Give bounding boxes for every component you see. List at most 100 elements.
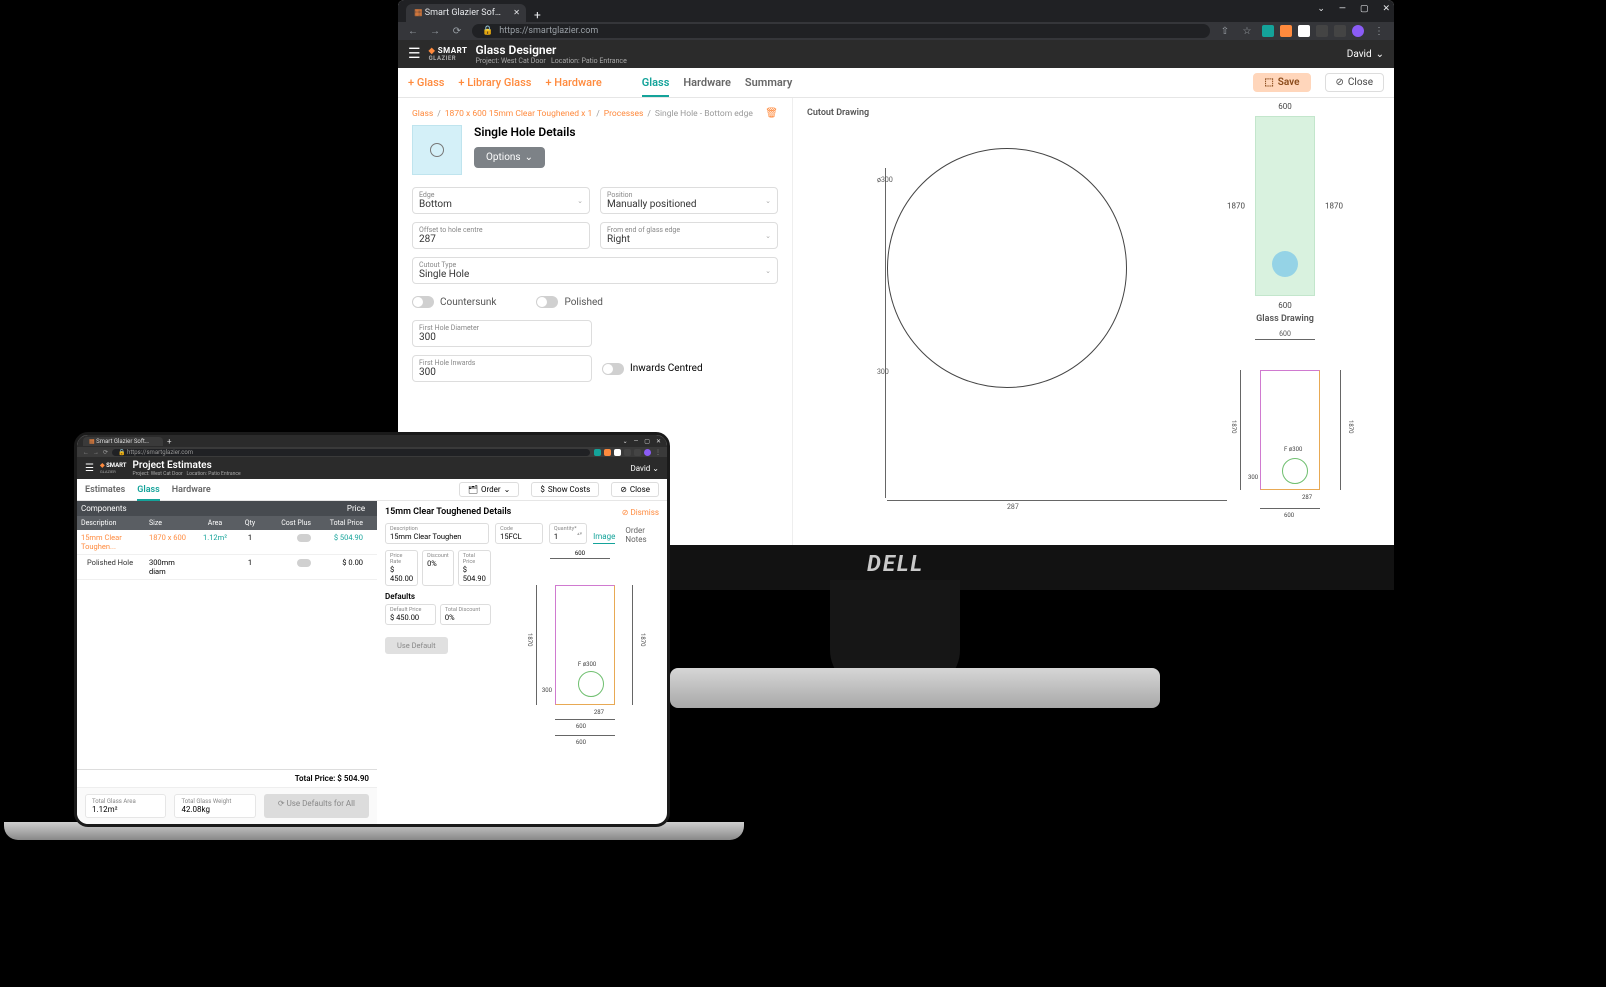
page-subtitle: Project: West Cat Door Location: Patio E…: [133, 471, 241, 477]
new-tab-icon[interactable]: +: [526, 8, 549, 22]
browser-chrome: ⌄ — ▢ ✕ ▦ Smart Glazier Software ✕ + ← →…: [398, 0, 1394, 40]
hamburger-icon[interactable]: ☰: [85, 463, 94, 474]
order-button[interactable]: 🗂 Order ⌄: [459, 482, 519, 497]
page-title: Project Estimates: [133, 460, 241, 471]
edge-select[interactable]: Edge Bottom ⌄: [412, 187, 590, 214]
browser-tab[interactable]: ▦ Smart Glazier Software ✕: [406, 4, 526, 22]
extension-icon[interactable]: [604, 449, 611, 456]
dim-label: 600: [1278, 102, 1292, 111]
kebab-menu-icon[interactable]: ⋮: [1372, 26, 1386, 37]
reload-icon[interactable]: ⟳: [450, 26, 464, 37]
extension-icon[interactable]: [624, 449, 631, 456]
minimize-icon[interactable]: —: [1339, 4, 1346, 14]
url-field[interactable]: 🔒 https://smartglazier.com: [112, 449, 590, 456]
url-field[interactable]: 🔒 https://smartglazier.com: [472, 24, 1210, 38]
chevron-down-icon[interactable]: ⌄: [623, 438, 628, 445]
discount-field[interactable]: Discount0%: [422, 550, 454, 586]
extension-icon[interactable]: [634, 449, 641, 456]
logo-text-a: SMART: [438, 46, 468, 55]
dim-label: F ø300: [1284, 446, 1302, 453]
tab-glass[interactable]: Glass: [642, 76, 670, 97]
offset-input[interactable]: Offset to hole centre 287: [412, 222, 590, 249]
code-field[interactable]: Code15FCL: [495, 523, 543, 544]
add-glass-button[interactable]: + Glass: [408, 76, 444, 89]
tab-image[interactable]: Image: [593, 532, 615, 544]
cutout-type-select[interactable]: Cutout Type Single Hole ⌄: [412, 257, 778, 284]
polished-toggle[interactable]: Polished: [536, 296, 602, 308]
add-library-glass-button[interactable]: + Library Glass: [458, 76, 531, 89]
minimize-icon[interactable]: —: [634, 438, 639, 445]
hamburger-icon[interactable]: ☰: [408, 46, 421, 62]
close-window-icon[interactable]: ✕: [656, 438, 661, 445]
crumb-item[interactable]: 1870 x 600 15mm Clear Toughened x 1: [445, 109, 592, 119]
tab-title: Smart Glazier Software: [425, 8, 517, 18]
extension-icon[interactable]: [1316, 25, 1328, 37]
user-menu[interactable]: David ⌄: [630, 464, 659, 473]
total-glass-weight: Total Glass Weight 42.08kg: [174, 794, 255, 818]
back-icon[interactable]: ←: [83, 449, 89, 456]
maximize-icon[interactable]: ▢: [1360, 4, 1369, 14]
profile-avatar-icon[interactable]: [644, 449, 651, 456]
description-field[interactable]: Description15mm Clear Toughen: [385, 523, 489, 544]
extension-icon[interactable]: [614, 449, 621, 456]
switch-icon[interactable]: [297, 534, 311, 542]
profile-avatar-icon[interactable]: [1352, 25, 1364, 37]
position-select[interactable]: Position Manually positioned ⌄: [600, 187, 778, 214]
tab-hardware[interactable]: Hardware: [172, 485, 211, 495]
options-button[interactable]: Options ⌄: [474, 147, 545, 168]
delete-icon[interactable]: 🗑: [765, 108, 778, 119]
inwards-centred-toggle[interactable]: Inwards Centred: [602, 363, 703, 375]
glass-drawing-title: Glass Drawing: [1190, 314, 1380, 324]
table-row[interactable]: Polished Hole 300mm diam 1 $ 0.00: [77, 555, 377, 580]
quantity-stepper[interactable]: Quantity*1 ▴▾: [549, 523, 587, 544]
countersunk-toggle[interactable]: Countersunk: [412, 296, 496, 308]
tab-summary[interactable]: Summary: [745, 76, 792, 89]
extension-icon[interactable]: [1262, 25, 1274, 37]
extension-icon[interactable]: [594, 449, 601, 456]
crumb-processes[interactable]: Processes: [604, 109, 644, 119]
close-button[interactable]: ⊘ Close: [1325, 73, 1385, 92]
star-icon[interactable]: ☆: [1240, 26, 1254, 37]
chevron-down-icon[interactable]: ⌄: [1317, 4, 1325, 14]
table-row[interactable]: 15mm Clear Toughen... 1870 x 600 1.12m² …: [77, 530, 377, 555]
laptop-browser-tab[interactable]: ▦ Smart Glazier Software: [83, 437, 163, 446]
share-icon[interactable]: ⇧: [1218, 26, 1232, 37]
forward-icon[interactable]: →: [428, 26, 442, 37]
th-area: Area: [195, 516, 235, 530]
switch-icon[interactable]: [297, 559, 311, 567]
tab-order-notes[interactable]: Order Notes: [625, 526, 659, 544]
forward-icon[interactable]: →: [93, 449, 99, 456]
kebab-menu-icon[interactable]: ⋮: [655, 449, 661, 456]
use-default-button[interactable]: Use Default: [385, 637, 448, 654]
extension-icon[interactable]: [1280, 25, 1292, 37]
dismiss-button[interactable]: ⊘ Dismiss: [622, 508, 659, 517]
show-costs-button[interactable]: $ Show Costs: [531, 482, 599, 497]
close-window-icon[interactable]: ✕: [1382, 4, 1390, 14]
close-tab-icon[interactable]: ✕: [513, 8, 520, 17]
tab-estimates[interactable]: Estimates: [85, 485, 125, 495]
hole-inwards-input[interactable]: First Hole Inwards 300: [412, 355, 592, 382]
extension-icon[interactable]: [1334, 25, 1346, 37]
save-button[interactable]: ⬚ Save: [1253, 73, 1310, 92]
tab-glass[interactable]: Glass: [137, 485, 160, 501]
add-hardware-button[interactable]: + Hardware: [545, 76, 601, 89]
lock-icon: 🔒: [482, 26, 493, 36]
hole-diameter-input[interactable]: First Hole Diameter 300: [412, 320, 592, 347]
use-defaults-all-button[interactable]: ⟳ Use Defaults for All: [264, 794, 369, 818]
new-tab-icon[interactable]: +: [163, 437, 176, 446]
price-rate-field[interactable]: Price Rate$ 450.00: [385, 550, 418, 586]
tab-hardware[interactable]: Hardware: [683, 76, 731, 89]
crumb-glass[interactable]: Glass: [412, 109, 433, 119]
user-menu[interactable]: David ⌄: [1347, 49, 1384, 60]
dim-label: 1870: [1347, 420, 1354, 434]
th-description: Description: [77, 516, 145, 530]
maximize-icon[interactable]: ▢: [644, 438, 650, 445]
dismiss-icon: ⊘: [622, 508, 629, 517]
close-button[interactable]: ⊘ Close: [611, 482, 659, 497]
extensions-puzzle-icon[interactable]: [1298, 25, 1310, 37]
back-icon[interactable]: ←: [406, 26, 420, 37]
reload-icon[interactable]: ⟳: [103, 449, 108, 456]
from-edge-select[interactable]: From end of glass edge Right ⌄: [600, 222, 778, 249]
chevron-down-icon: ⌄: [765, 232, 771, 240]
dim-label: 300: [1248, 474, 1258, 481]
